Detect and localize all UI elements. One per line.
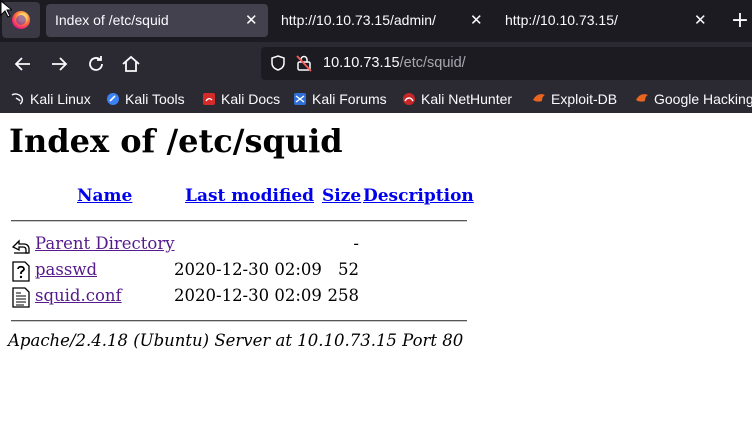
navigation-toolbar: 10.10.73.15/etc/squid/ bbox=[0, 42, 752, 86]
exploit-db-icon bbox=[533, 94, 545, 102]
kali-dragon-icon bbox=[11, 93, 24, 105]
google-hacking-icon bbox=[636, 94, 648, 102]
modified-date: 2020-12-30 02:09 bbox=[174, 260, 322, 279]
bookmark-label: Kali Linux bbox=[30, 91, 91, 107]
kali-nethunter-icon bbox=[403, 93, 415, 105]
kali-forums-icon bbox=[294, 93, 306, 105]
bookmark-label: Google Hacking bbox=[654, 91, 752, 107]
url-bar[interactable]: 10.10.73.15/etc/squid/ bbox=[261, 47, 752, 80]
file-link-squid-conf[interactable]: squid.conf bbox=[35, 286, 122, 305]
kali-tools-icon bbox=[107, 93, 119, 105]
bookmark-label: Kali NetHunter bbox=[421, 91, 513, 107]
tab-bar: Index of /etc/squid ✕ http://10.10.73.15… bbox=[0, 0, 752, 42]
firefox-icon bbox=[12, 11, 30, 29]
bookmark-label: Kali Docs bbox=[221, 91, 281, 107]
unknown-file-icon bbox=[12, 261, 30, 282]
mouse-cursor-icon bbox=[0, 0, 12, 18]
parent-directory-link[interactable]: Parent Directory bbox=[35, 234, 175, 253]
kali-docs-icon bbox=[203, 93, 215, 105]
new-tab-button[interactable]: + bbox=[728, 8, 752, 34]
close-tab-icon[interactable]: ✕ bbox=[694, 4, 707, 37]
back-icon[interactable] bbox=[11, 52, 35, 76]
insecure-lock-icon[interactable] bbox=[295, 54, 313, 72]
page-content: Index of /etc/squid Name Last modified S… bbox=[0, 113, 752, 421]
home-icon[interactable] bbox=[119, 52, 143, 76]
close-tab-icon[interactable]: ✕ bbox=[470, 4, 483, 37]
tab-admin[interactable]: http://10.10.73.15/admin/ ✕ bbox=[272, 4, 492, 37]
tab-label: http://10.10.73.15/ bbox=[505, 12, 618, 28]
url-host: 10.10.73.15 bbox=[323, 55, 400, 71]
bookmark-label: Exploit-DB bbox=[551, 91, 618, 107]
bookmark-google-hacking[interactable]: Google Hacking bbox=[635, 86, 752, 113]
url-path: /etc/squid/ bbox=[399, 55, 466, 71]
column-header-size[interactable]: Size bbox=[322, 186, 361, 206]
forward-icon[interactable] bbox=[47, 52, 71, 76]
back-folder-icon bbox=[11, 239, 30, 254]
column-header-description[interactable]: Description bbox=[363, 186, 474, 206]
bookmark-kali-tools[interactable]: Kali Tools bbox=[106, 86, 185, 113]
tab-label: http://10.10.73.15/admin/ bbox=[281, 12, 436, 28]
modified-date: 2020-12-30 02:09 bbox=[174, 286, 322, 305]
tab-index-etc-squid[interactable]: Index of /etc/squid ✕ bbox=[46, 4, 268, 37]
text-file-icon bbox=[12, 287, 30, 308]
file-size: 258 bbox=[327, 286, 360, 305]
column-header-name[interactable]: Name bbox=[77, 186, 132, 206]
server-signature: Apache/2.4.18 (Ubuntu) Server at 10.10.7… bbox=[8, 331, 464, 350]
bookmark-exploit-db[interactable]: Exploit-DB bbox=[532, 86, 617, 113]
bookmark-kali-docs[interactable]: Kali Docs bbox=[202, 86, 280, 113]
bookmark-label: Kali Tools bbox=[125, 91, 185, 107]
close-tab-icon[interactable]: ✕ bbox=[245, 4, 258, 37]
page-title: Index of /etc/squid bbox=[9, 122, 343, 160]
bookmark-label: Kali Forums bbox=[312, 91, 387, 107]
divider bbox=[11, 220, 467, 222]
table-row: Parent Directory - bbox=[0, 233, 752, 257]
bookmark-kali-linux[interactable]: Kali Linux bbox=[11, 86, 91, 113]
bookmarks-toolbar: Kali Linux Kali Tools Kali Docs Kali For… bbox=[0, 86, 752, 113]
shield-icon[interactable] bbox=[269, 54, 287, 72]
file-size: 52 bbox=[338, 260, 359, 279]
divider bbox=[11, 320, 467, 322]
reload-icon[interactable] bbox=[84, 52, 108, 76]
url-text[interactable]: 10.10.73.15/etc/squid/ bbox=[323, 47, 466, 80]
table-row: passwd 2020-12-30 02:09 52 bbox=[0, 259, 752, 283]
tab-label: Index of /etc/squid bbox=[55, 12, 169, 28]
table-row: squid.conf 2020-12-30 02:09 258 bbox=[0, 285, 752, 309]
bookmark-kali-forums[interactable]: Kali Forums bbox=[293, 86, 387, 113]
column-header-last-modified[interactable]: Last modified bbox=[185, 186, 314, 206]
file-link-passwd[interactable]: passwd bbox=[35, 260, 97, 279]
file-size: - bbox=[353, 234, 359, 253]
bookmark-kali-nethunter[interactable]: Kali NetHunter bbox=[402, 86, 512, 113]
tab-root[interactable]: http://10.10.73.15/ ✕ bbox=[496, 4, 720, 37]
